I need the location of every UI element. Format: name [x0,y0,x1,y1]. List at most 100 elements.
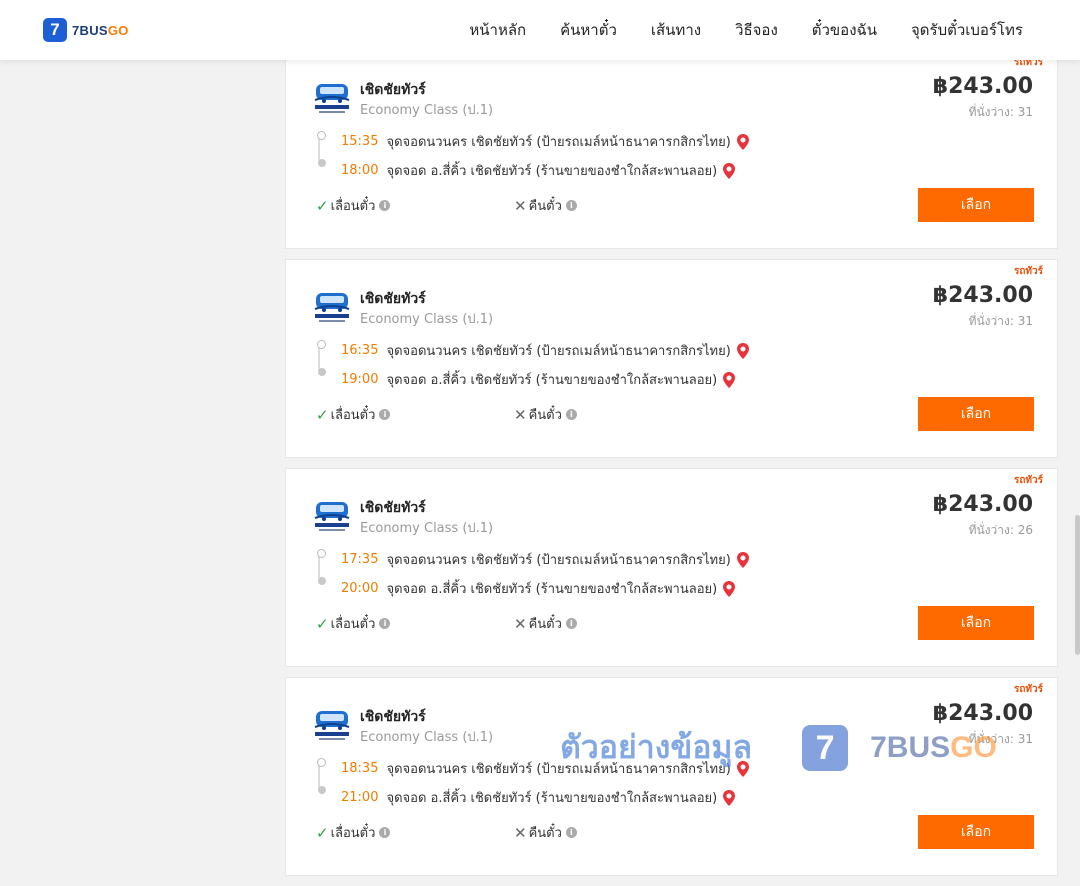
arrive-dot [318,159,326,167]
info-icon[interactable]: i [379,409,391,420]
depart-dot [317,549,326,558]
arrival-place: จุดจอด อ.สี่คิ้ว เชิดชัยทัวร์ (ร้านขายขอ… [386,164,718,179]
arrival-time: 19:00 [341,372,379,387]
cross-icon: ✕ [514,823,527,842]
arrival-stop: 21:00 จุดจอด อ.สี่คิ้ว เชิดชัยทัวร์ (ร้า… [341,787,736,808]
arrival-stop: 18:00 จุดจอด อ.สี่คิ้ว เชิดชัยทัวร์ (ร้า… [341,160,736,181]
select-trip-button[interactable]: เลือก [918,397,1034,431]
refund-label: คืนตั๋ว [528,826,562,841]
arrival-stop: 20:00 จุดจอด อ.สี่คิ้ว เชิดชัยทัวร์ (ร้า… [341,578,736,599]
arrival-place: จุดจอด อ.สี่คิ้ว เชิดชัยทัวร์ (ร้านขายขอ… [386,582,718,597]
seats-available: ที่นั่งว่าง: 31 [968,732,1033,746]
logo-text: 7BUSGO [72,22,129,38]
route-line [318,555,320,579]
location-pin-icon[interactable] [722,580,736,598]
nav-home[interactable]: หน้าหลัก [469,18,526,42]
bus-logo-icon [314,711,350,740]
top-header: 7 7BUSGO หน้าหลัก ค้นหาตั๋ว เส้นทาง วิธี… [0,0,1080,60]
arrival-time: 20:00 [341,581,379,596]
departure-place: จุดจอดนวนคร เชิดชัยทัวร์ (ป้ายรถเมล์หน้า… [386,135,731,150]
departure-place: จุดจอดนวนคร เชิดชัยทัวร์ (ป้ายรถเมล์หน้า… [386,344,731,359]
reschedule-label: เลื่อนตั๋ว [330,617,376,632]
refund-label: คืนตั๋ว [528,408,562,423]
depart-dot [317,340,326,349]
bus-logo-icon [314,84,350,113]
ticket-price: ฿243.00 [932,492,1033,517]
seats-available: ที่นั่งว่าง: 31 [968,314,1033,328]
vehicle-type-tag: รถทัวร์ [1013,684,1043,695]
check-icon: ✓ [316,196,329,215]
reschedule-label: เลื่อนตั๋ว [330,199,376,214]
depart-dot [317,758,326,767]
route-line [318,346,320,370]
depart-dot [317,131,326,140]
info-icon[interactable]: i [379,200,391,211]
arrive-dot [318,786,326,794]
location-pin-icon[interactable] [722,371,736,389]
info-icon[interactable]: i [379,827,391,838]
trip-card: รถทัวร์ เชิดชัยทัวร์ Economy Class (ป.1)… [285,259,1058,458]
departure-stop: 17:35 จุดจอดนวนคร เชิดชัยทัวร์ (ป้ายรถเม… [341,549,750,570]
select-trip-button[interactable]: เลือก [918,188,1034,222]
seats-available: ที่นั่งว่าง: 26 [968,523,1033,537]
nav-routes[interactable]: เส้นทาง [651,18,701,42]
vehicle-type-tag: รถทัวร์ [1013,266,1043,277]
info-icon[interactable]: i [565,827,577,838]
arrival-place: จุดจอด อ.สี่คิ้ว เชิดชัยทัวร์ (ร้านขายขอ… [386,373,718,388]
route-line [318,137,320,161]
reschedule-feature: ✓ เลื่อนตั๋ว i [316,822,391,843]
select-trip-button[interactable]: เลือก [918,606,1034,640]
check-icon: ✓ [316,405,329,424]
departure-place: จุดจอดนวนคร เชิดชัยทัวร์ (ป้ายรถเมล์หน้า… [386,553,731,568]
location-pin-icon[interactable] [736,760,750,778]
reschedule-feature: ✓ เลื่อนตั๋ว i [316,195,391,216]
refund-label: คืนตั๋ว [528,199,562,214]
departure-stop: 16:35 จุดจอดนวนคร เชิดชัยทัวร์ (ป้ายรถเม… [341,340,750,361]
nav-search-tickets[interactable]: ค้นหาตั๋ว [560,18,617,42]
arrive-dot [318,577,326,585]
seats-available: ที่นั่งว่าง: 31 [968,105,1033,119]
info-icon[interactable]: i [565,200,577,211]
page-scrollbar[interactable] [1075,515,1080,655]
cross-icon: ✕ [514,196,527,215]
seat-class: Economy Class (ป.1) [360,521,494,536]
nav-ticket-pickup[interactable]: จุดรับตั๋วเบอร์โทร [911,18,1023,42]
operator-name: เชิดชัยทัวร์ [360,291,426,307]
seat-class: Economy Class (ป.1) [360,103,494,118]
select-trip-button[interactable]: เลือก [918,815,1034,849]
location-pin-icon[interactable] [722,162,736,180]
reschedule-feature: ✓ เลื่อนตั๋ว i [316,613,391,634]
nav-how-to-book[interactable]: วิธีจอง [735,18,778,42]
route-line [318,764,320,788]
info-icon[interactable]: i [379,618,391,629]
bus-logo-icon [314,502,350,531]
vehicle-type-tag: รถทัวร์ [1013,475,1043,486]
location-pin-icon[interactable] [736,551,750,569]
location-pin-icon[interactable] [736,133,750,151]
logo-mark-icon: 7 [43,18,67,42]
check-icon: ✓ [316,614,329,633]
trip-card: รถทัวร์ เชิดชัยทัวร์ Economy Class (ป.1)… [285,50,1058,249]
cross-icon: ✕ [514,405,527,424]
info-icon[interactable]: i [565,618,577,629]
ticket-price: ฿243.00 [932,74,1033,99]
ticket-price: ฿243.00 [932,701,1033,726]
location-pin-icon[interactable] [722,789,736,807]
info-icon[interactable]: i [565,409,577,420]
arrival-place: จุดจอด อ.สี่คิ้ว เชิดชัยทัวร์ (ร้านขายขอ… [386,791,718,806]
seat-class: Economy Class (ป.1) [360,312,494,327]
check-icon: ✓ [316,823,329,842]
refund-feature: ✕ คืนตั๋ว i [514,404,577,425]
departure-stop: 15:35 จุดจอดนวนคร เชิดชัยทัวร์ (ป้ายรถเม… [341,131,750,152]
nav-my-tickets[interactable]: ตั๋วของฉัน [812,18,877,42]
arrive-dot [318,368,326,376]
arrival-time: 21:00 [341,790,379,805]
site-logo[interactable]: 7 7BUSGO [43,18,129,42]
trip-card: รถทัวร์ เชิดชัยทัวร์ Economy Class (ป.1)… [285,468,1058,667]
departure-time: 18:35 [341,761,379,776]
departure-place: จุดจอดนวนคร เชิดชัยทัวร์ (ป้ายรถเมล์หน้า… [386,762,731,777]
operator-name: เชิดชัยทัวร์ [360,500,426,516]
location-pin-icon[interactable] [736,342,750,360]
departure-time: 15:35 [341,134,379,149]
operator-name: เชิดชัยทัวร์ [360,82,426,98]
